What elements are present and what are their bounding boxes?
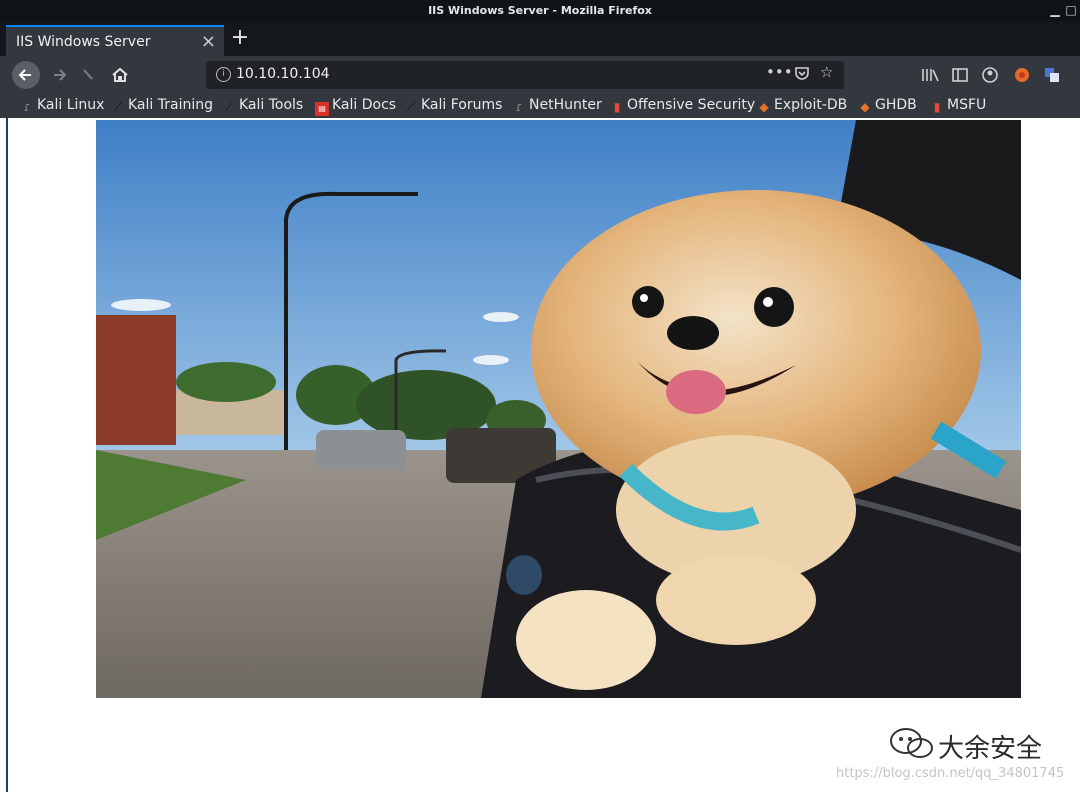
bookmark-kali-docs[interactable]: ▤ Kali Docs xyxy=(315,97,396,116)
kali-dragon-icon: ⟋ xyxy=(113,100,123,114)
kali-dragon-icon: ɾ xyxy=(23,100,31,114)
bookmark-label: GHDB xyxy=(875,97,917,113)
url-text[interactable]: 10.10.10.104 xyxy=(236,66,330,82)
sidebar-icon[interactable] xyxy=(950,65,970,85)
bookmark-kali-linux[interactable]: ɾ Kali Linux xyxy=(20,97,105,114)
site-info-icon[interactable]: i xyxy=(216,67,231,82)
bookmark-star-icon[interactable]: ☆ xyxy=(820,63,833,81)
bookmark-label: Kali Tools xyxy=(239,97,304,113)
window-titlebar: IIS Windows Server - Mozilla Firefox ▁ □ xyxy=(0,0,1080,22)
bookmark-msfu[interactable]: ▮ MSFU xyxy=(930,97,987,114)
bookmark-label: Kali Forums xyxy=(421,97,503,113)
kali-dragon-icon: ⟋ xyxy=(224,100,234,114)
kali-dragon-icon: ⟋ xyxy=(406,100,416,114)
bookmark-nethunter[interactable]: ɾ NetHunter xyxy=(512,97,602,114)
kali-docs-icon: ▤ xyxy=(315,102,329,116)
watermark-url: https://blog.csdn.net/qq_34801745 xyxy=(836,766,1065,781)
bookmark-label: Kali Linux xyxy=(37,97,105,113)
tab-strip: IIS Windows Server × xyxy=(0,22,1080,56)
dog-in-car-image xyxy=(96,120,1021,698)
page-actions-icon[interactable]: ••• xyxy=(766,63,793,81)
stop-button[interactable] xyxy=(74,61,102,89)
exploitdb-icon: ◆ xyxy=(759,100,769,114)
home-icon xyxy=(112,67,128,82)
tab-iis-windows-server[interactable]: IIS Windows Server × xyxy=(6,25,224,56)
bookmark-exploit-db[interactable]: ◆ Exploit-DB xyxy=(757,97,847,114)
new-tab-button[interactable]: + xyxy=(228,25,252,51)
bookmark-kali-tools[interactable]: ⟋ Kali Tools xyxy=(222,97,303,114)
bookmark-label: Offensive Security xyxy=(627,97,756,113)
close-tab-icon[interactable]: × xyxy=(201,31,216,52)
pocket-icon[interactable] xyxy=(794,65,810,85)
translate-extension-icon[interactable] xyxy=(1042,65,1062,85)
bookmarks-toolbar: ɾ Kali Linux ⟋ Kali Training ⟋ Kali Tools ▤… xyxy=(0,94,1080,118)
navigation-toolbar: i 10.10.10.104 ••• ☆ xyxy=(0,56,1080,94)
maximize-icon[interactable]: □ xyxy=(1064,3,1078,17)
tab-label: IIS Windows Server xyxy=(16,34,151,50)
library-icon[interactable] xyxy=(920,65,940,85)
url-bar[interactable]: i 10.10.10.104 ••• ☆ xyxy=(206,61,844,89)
foxyproxy-icon[interactable] xyxy=(1012,65,1032,85)
window-title: IIS Windows Server - Mozilla Firefox xyxy=(428,4,652,17)
bookmark-ghdb[interactable]: ◆ GHDB xyxy=(858,97,917,114)
bookmark-label: Kali Training xyxy=(128,97,213,113)
bookmark-offensive-security[interactable]: ▮ Offensive Security xyxy=(610,97,756,114)
stop-icon xyxy=(83,69,93,80)
forward-button[interactable] xyxy=(46,61,74,89)
bookmark-label: Kali Docs xyxy=(332,97,397,113)
kali-dragon-icon: ɾ xyxy=(515,100,523,114)
bookmark-kali-forums[interactable]: ⟋ Kali Forums xyxy=(404,97,503,114)
exploitdb-icon: ◆ xyxy=(860,100,870,114)
bookmark-kali-training[interactable]: ⟋ Kali Training xyxy=(111,97,213,114)
bookmark-label: NetHunter xyxy=(529,97,602,113)
wechat-logo-icon xyxy=(888,726,934,767)
bookmark-label: MSFU xyxy=(947,97,987,113)
minimize-icon[interactable]: ▁ xyxy=(1048,3,1062,17)
forward-arrow-icon xyxy=(54,69,67,81)
bookmark-label: Exploit-DB xyxy=(774,97,848,113)
offsec-icon: ▮ xyxy=(933,100,941,114)
back-arrow-icon xyxy=(18,69,31,81)
watermark-name: 大余安全 xyxy=(938,734,1043,764)
home-button[interactable] xyxy=(106,61,134,89)
account-icon[interactable] xyxy=(980,65,1000,85)
back-button[interactable] xyxy=(12,61,40,89)
offsec-icon: ▮ xyxy=(613,100,621,114)
